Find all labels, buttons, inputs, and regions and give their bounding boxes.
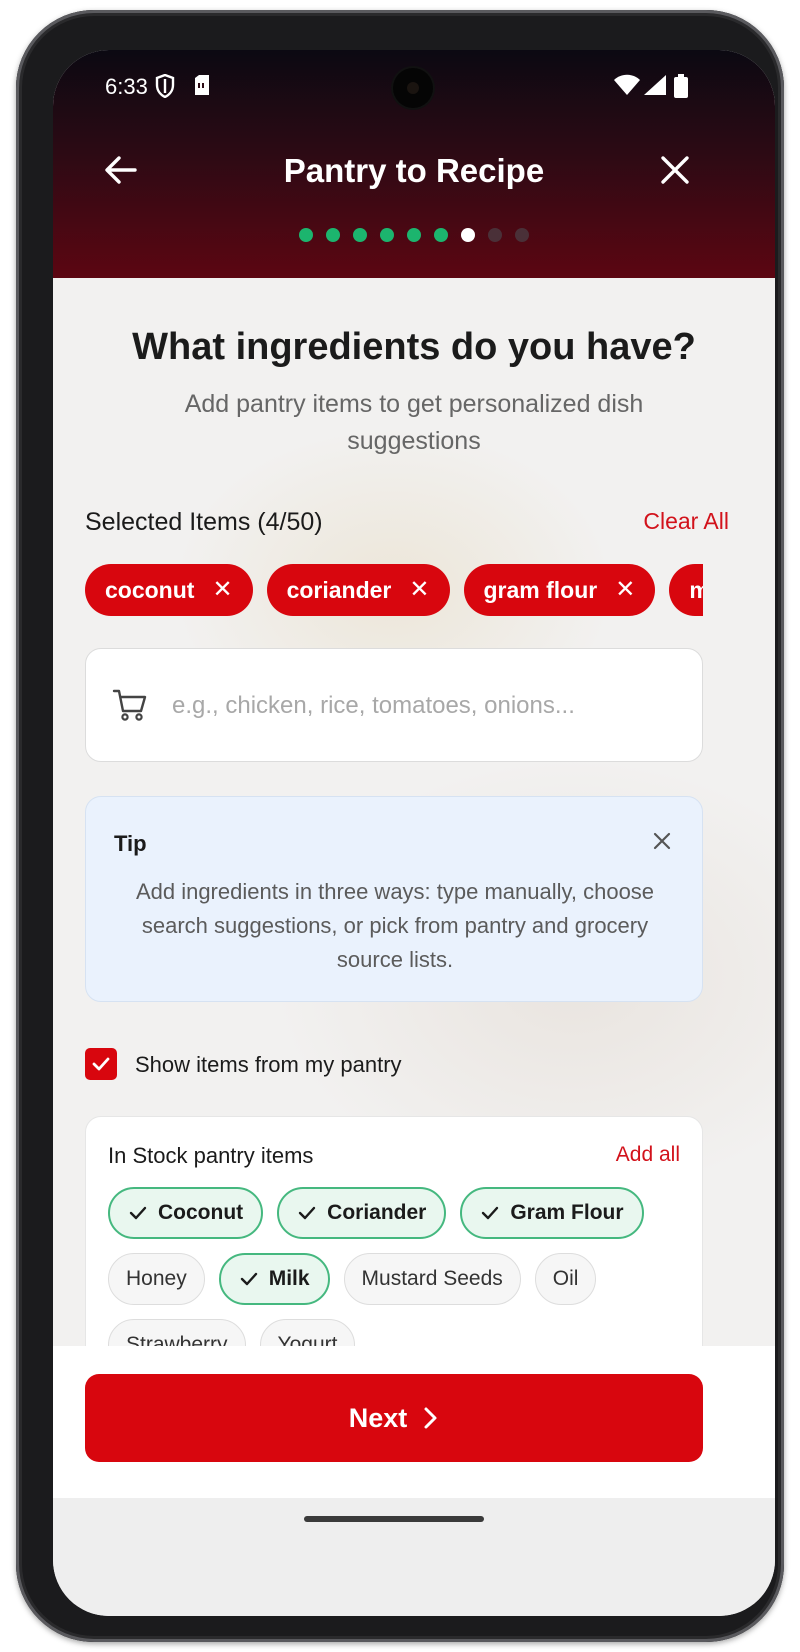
pantry-item-label: Coriander [327, 1201, 427, 1224]
remove-item-icon[interactable]: ✕ [409, 578, 429, 602]
progress-step-dot [353, 228, 367, 242]
check-icon [482, 1206, 499, 1220]
pantry-item-chip[interactable]: Coriander [277, 1187, 447, 1239]
remove-item-icon[interactable]: ✕ [212, 578, 232, 602]
progress-step-dot [407, 228, 421, 242]
status-time: 6:33 [105, 74, 148, 99]
clear-all-button[interactable]: Clear All [643, 508, 729, 535]
page-subheading: Add pantry items to get personalized dis… [184, 390, 644, 455]
close-button[interactable] [655, 150, 695, 190]
progress-step-dot [299, 228, 313, 242]
check-icon [298, 1206, 316, 1220]
home-indicator[interactable] [304, 1516, 484, 1522]
pantry-item-label: Mustard Seeds [361, 1267, 503, 1290]
show-pantry-label[interactable]: Show items from my pantry [135, 1052, 402, 1078]
progress-step-dot [461, 228, 475, 242]
tip-body: Add ingredients in three ways: type manu… [135, 879, 655, 972]
check-icon [129, 1206, 147, 1220]
next-button[interactable]: Next [85, 1374, 703, 1462]
main-content: What ingredients do you have? Add pantry… [53, 278, 775, 1378]
shield-icon [155, 73, 175, 103]
step-progress-indicator [53, 228, 775, 242]
pantry-item-chip[interactable]: Oil [534, 1253, 597, 1305]
pantry-items-list: Coconut Coriander Gram Flour Honey Milk Musta… [108, 1187, 688, 1371]
signal-icon [643, 74, 667, 101]
add-all-button[interactable]: Add all [616, 1143, 680, 1167]
close-icon [661, 156, 689, 184]
page-heading: What ingredients do you have? [132, 326, 696, 368]
ingredient-search-input[interactable] [172, 681, 682, 731]
in-stock-pantry-card: In Stock pantry items Add all Coconut Cor… [85, 1116, 703, 1378]
progress-step-dot [380, 228, 394, 242]
check-icon [92, 1057, 110, 1071]
in-stock-title: In Stock pantry items [108, 1143, 314, 1168]
pantry-item-chip[interactable]: Honey [108, 1253, 205, 1305]
progress-step-dot [326, 228, 340, 242]
tip-card: Tip Add ingredients in three ways: type … [85, 796, 703, 1002]
remove-item-icon[interactable]: ✕ [615, 578, 635, 602]
ingredient-search-box[interactable] [85, 648, 703, 762]
pantry-item-label: Milk [268, 1267, 310, 1290]
bottom-action-bar: Next [53, 1346, 775, 1498]
selected-item-chip[interactable]: gram flour ✕ [463, 564, 656, 616]
tip-title: Tip [114, 831, 147, 856]
wifi-icon [613, 74, 641, 101]
sim-card-icon [193, 74, 211, 101]
tip-close-button[interactable] [652, 831, 672, 856]
phone-frame: 6:33 Pantry to Recipe What ingredients d… [16, 10, 784, 1642]
screen: 6:33 Pantry to Recipe What ingredients d… [53, 50, 775, 1616]
cart-icon [112, 687, 148, 728]
pantry-item-label: Coconut [158, 1201, 244, 1224]
progress-step-dot [515, 228, 529, 242]
selected-items-list[interactable]: coconut ✕ coriander ✕ gram flour ✕ milk✕ [85, 564, 703, 616]
front-camera [393, 68, 433, 108]
pantry-item-chip[interactable]: Mustard Seeds [343, 1253, 521, 1305]
progress-step-dot [434, 228, 448, 242]
battery-icon [673, 74, 689, 103]
close-icon [653, 832, 671, 850]
selected-item-label: gram flour [483, 576, 598, 603]
selected-item-chip[interactable]: coriander ✕ [266, 564, 450, 616]
app-header: 6:33 Pantry to Recipe [53, 50, 775, 278]
selected-item-chip[interactable]: coconut ✕ [85, 564, 253, 616]
selected-items-label: Selected Items (4/50) [85, 508, 323, 536]
next-button-label: Next [348, 1402, 408, 1433]
pantry-item-label: Gram Flour [510, 1201, 624, 1224]
gesture-navigation-area [53, 1498, 775, 1616]
status-bar: 6:33 [53, 50, 775, 120]
check-icon [240, 1272, 257, 1286]
selected-item-label: coconut [105, 576, 195, 603]
pantry-item-chip[interactable]: Gram Flour [460, 1187, 644, 1239]
pantry-item-label: Honey [126, 1267, 187, 1290]
selected-item-label: milk [689, 576, 703, 603]
chevron-right-icon [424, 1407, 437, 1429]
selected-item-chip[interactable]: milk✕ [669, 564, 703, 616]
selected-item-label: coriander [286, 576, 392, 603]
pantry-item-label: Oil [552, 1267, 579, 1290]
pantry-item-chip[interactable]: Milk [218, 1253, 330, 1305]
pantry-item-chip[interactable]: Coconut [108, 1187, 264, 1239]
show-pantry-checkbox[interactable] [85, 1048, 117, 1080]
progress-step-dot [488, 228, 502, 242]
